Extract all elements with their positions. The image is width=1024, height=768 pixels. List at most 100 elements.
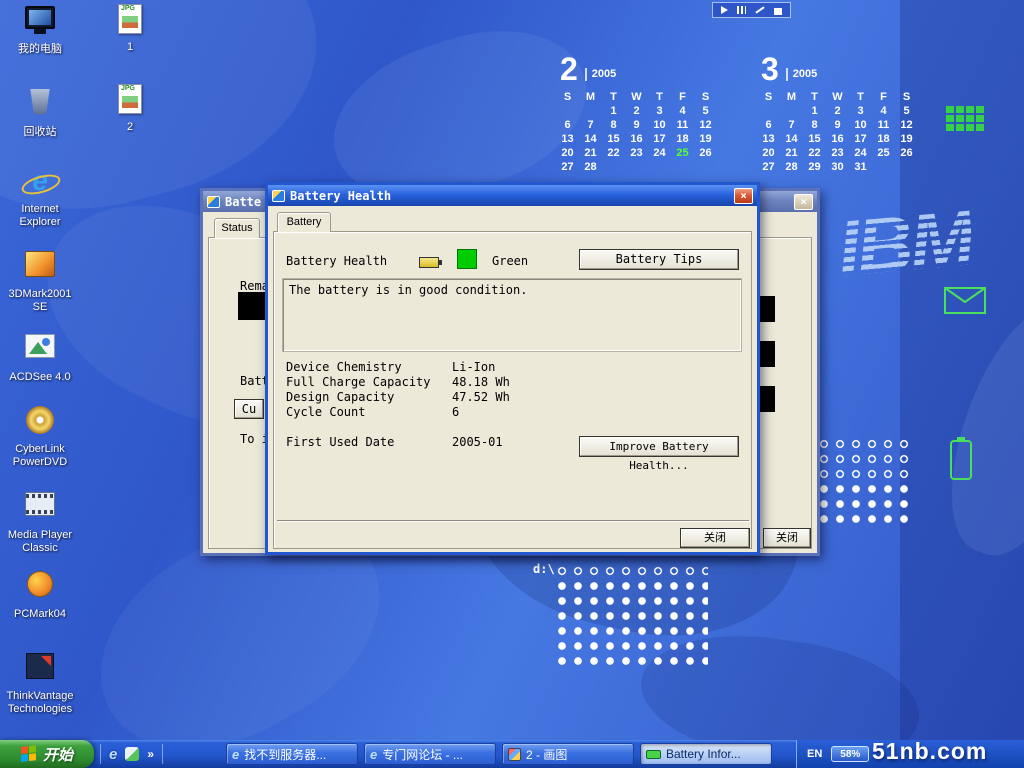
desktop-icon-powerdvd[interactable]: CyberLink PowerDVD bbox=[0, 404, 80, 469]
divider bbox=[100, 744, 101, 764]
calendar-weekday-header: S bbox=[694, 90, 717, 104]
taskbar-button-browser-1[interactable]: e 找不到服务器... bbox=[226, 743, 358, 765]
field-value: 48.18 Wh bbox=[452, 375, 510, 389]
battery-tips-button[interactable]: Battery Tips bbox=[579, 249, 739, 270]
recycle-bin-icon bbox=[20, 89, 60, 123]
taskbar-button-battery-information[interactable]: Battery Infor... bbox=[640, 743, 772, 765]
calendar-day bbox=[757, 104, 780, 118]
drive-label: d:\ bbox=[533, 562, 555, 576]
calendar-day: 26 bbox=[694, 146, 717, 160]
calendar-day: 23 bbox=[625, 146, 648, 160]
custom-button-fragment[interactable]: Cu bbox=[234, 399, 264, 419]
calendar-day: 25 bbox=[872, 146, 895, 160]
taskbar-button-paint[interactable]: 2 - 画图 bbox=[502, 743, 634, 765]
calendar-month-number: 3 bbox=[761, 54, 779, 84]
thinkvantage-icon bbox=[20, 653, 60, 687]
ie-letter: e bbox=[32, 165, 48, 196]
battery-outline-icon bbox=[950, 440, 972, 480]
calendar-day: 25 bbox=[671, 146, 694, 160]
desktop-icon-media-player-classic[interactable]: Media Player Classic bbox=[0, 488, 80, 555]
desktop-icon-label: 2 bbox=[90, 121, 170, 134]
desktop-icon-3dmark2001[interactable]: 3DMark2001 SE bbox=[0, 248, 80, 314]
calendar-day: 29 bbox=[803, 160, 826, 174]
jpg-badge: JPG bbox=[121, 85, 135, 92]
calendar-day: 6 bbox=[556, 118, 579, 132]
quick-settings-toolbar[interactable] bbox=[712, 2, 791, 18]
calendar-day: 21 bbox=[579, 146, 602, 160]
calendar-day: 27 bbox=[556, 160, 579, 174]
calendar-day: 22 bbox=[803, 146, 826, 160]
desktop-icon-label: ACDSee 4.0 bbox=[0, 371, 80, 384]
calendar-day: 27 bbox=[757, 160, 780, 174]
close-window-button[interactable]: 关闭 bbox=[763, 528, 811, 548]
desktop-icon-label: Internet Explorer bbox=[0, 203, 80, 229]
quick-launch-bar: e » bbox=[100, 740, 163, 768]
calendar-day: 20 bbox=[757, 146, 780, 160]
desktop-icon-my-computer[interactable]: 我的电脑 bbox=[0, 6, 80, 56]
calendar-day: 13 bbox=[556, 132, 579, 146]
calendar-day: 15 bbox=[803, 132, 826, 146]
task-label: Battery Infor... bbox=[666, 747, 741, 761]
first-used-value: 2005-01 bbox=[452, 435, 503, 449]
desktop-icon-acdsee[interactable]: ACDSee 4.0 bbox=[0, 330, 80, 384]
battery-health-dialog[interactable]: Battery Health × Battery Health Green Ba… bbox=[265, 182, 760, 555]
field-value: 47.52 Wh bbox=[452, 390, 510, 404]
calendar-weekday-header: T bbox=[602, 90, 625, 104]
powerdvd-icon bbox=[20, 406, 60, 440]
calendar-day: 24 bbox=[849, 146, 872, 160]
taskbar: 开始 e » e 找不到服务器... e 专门网论坛 - ... 2 - 画图 bbox=[0, 740, 1024, 768]
notes-icon[interactable] bbox=[774, 6, 782, 15]
calendar-day: 5 bbox=[694, 104, 717, 118]
desktop-icon-thinkvantage[interactable]: ThinkVantage Technologies bbox=[0, 650, 80, 716]
desktop-icon-jpg-1[interactable]: JPG 1 bbox=[90, 4, 170, 54]
calendar-day: 30 bbox=[826, 160, 849, 174]
battery-health-label: Battery Health bbox=[286, 254, 387, 268]
calendar-day: 14 bbox=[579, 132, 602, 146]
tab-battery[interactable]: Battery bbox=[277, 212, 331, 232]
taskbar-button-browser-2[interactable]: e 专门网论坛 - ... bbox=[364, 743, 496, 765]
task-button-area: e 找不到服务器... e 专门网论坛 - ... 2 - 画图 Battery… bbox=[226, 740, 772, 768]
volume-icon[interactable] bbox=[721, 6, 728, 14]
equalizer-icon[interactable] bbox=[737, 6, 746, 14]
start-button[interactable]: 开始 bbox=[0, 740, 94, 768]
ie-icon: e bbox=[370, 747, 377, 762]
calendar-day: 23 bbox=[826, 146, 849, 160]
desktop-icon-label: PCMark04 bbox=[0, 608, 80, 621]
battery-icon bbox=[646, 750, 661, 759]
battery-app-icon bbox=[272, 190, 285, 202]
media-player-classic-icon bbox=[20, 492, 60, 526]
field-label: Device Chemistry bbox=[286, 360, 402, 374]
battery-small-icon bbox=[419, 257, 439, 268]
calendar-day: 20 bbox=[556, 146, 579, 160]
language-indicator[interactable]: EN bbox=[807, 748, 822, 760]
battery-gauge-image bbox=[238, 292, 265, 320]
task-label: 专门网论坛 - ... bbox=[382, 746, 463, 763]
field-label: Design Capacity bbox=[286, 390, 394, 404]
app-quicklaunch-icon[interactable] bbox=[125, 747, 139, 761]
close-dialog-button[interactable]: 关闭 bbox=[680, 528, 750, 548]
calendar-day: 18 bbox=[872, 132, 895, 146]
desktop-icon-label: CyberLink PowerDVD bbox=[0, 443, 80, 469]
close-icon[interactable]: × bbox=[734, 188, 753, 204]
ie-quicklaunch-icon[interactable]: e bbox=[109, 746, 117, 763]
desktop-icon-jpg-2[interactable]: JPG 2 bbox=[90, 84, 170, 134]
tray-battery-indicator[interactable]: 58% bbox=[831, 746, 869, 762]
dialog-titlebar[interactable]: Battery Health × bbox=[268, 185, 757, 206]
desktop-icon-pcmark04[interactable]: PCMark04 bbox=[0, 568, 80, 621]
task-label: 找不到服务器... bbox=[244, 746, 326, 763]
improve-battery-health-button[interactable]: Improve Battery Health... bbox=[579, 436, 739, 457]
quicklaunch-overflow-chevron[interactable]: » bbox=[147, 747, 154, 761]
field-label: Cycle Count bbox=[286, 405, 365, 419]
calendar-weekday-header: F bbox=[872, 90, 895, 104]
acdsee-icon bbox=[20, 334, 60, 368]
calendar-weekday-header: S bbox=[556, 90, 579, 104]
tab-status[interactable]: Status bbox=[214, 218, 260, 238]
calendar-day: 31 bbox=[849, 160, 872, 174]
close-icon[interactable]: × bbox=[794, 194, 813, 210]
desktop-icon-internet-explorer[interactable]: e Internet Explorer bbox=[0, 166, 80, 229]
pen-icon[interactable] bbox=[755, 6, 764, 13]
desktop-icon-recycle-bin[interactable]: 回收站 bbox=[0, 86, 80, 139]
ie-icon: e bbox=[232, 747, 239, 762]
calendar-weekday-header: S bbox=[895, 90, 918, 104]
calendar-day: 11 bbox=[872, 118, 895, 132]
